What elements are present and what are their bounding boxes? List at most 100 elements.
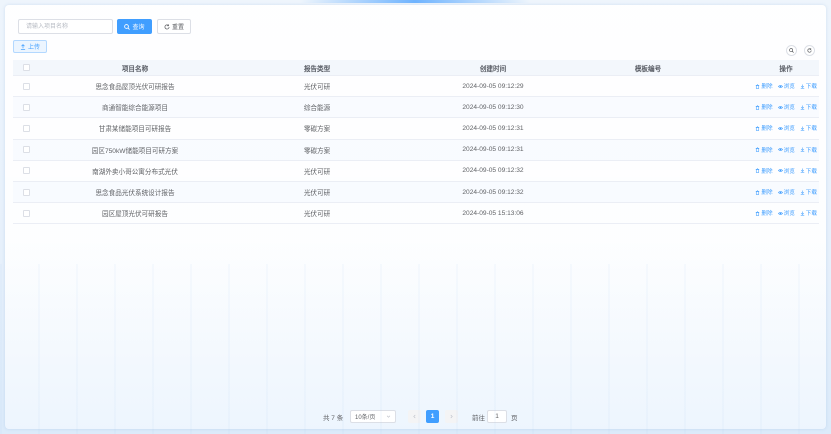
chevron-down-icon [386,414,391,419]
cell-created-time: 2024-09-05 09:12:31 [462,146,524,154]
view-action-link[interactable]: 浏览 [777,146,795,154]
delete-action-link[interactable]: 删除 [755,209,773,218]
eye-icon [777,168,783,173]
toggle-search-button[interactable] [786,45,797,56]
trash-icon [755,189,760,195]
download-action-link[interactable]: 下载 [800,209,817,217]
view-action-link[interactable]: 浏览 [777,82,795,90]
page-number-current[interactable]: 1 [426,410,439,423]
download-icon [800,126,805,131]
cell-created-time: 2024-09-05 09:12:32 [462,167,524,175]
delete-action-link[interactable]: 删除 [755,167,773,175]
delete-action-label: 删除 [761,211,773,218]
cell-actions: 删除 浏览 下载 [713,103,819,111]
view-action-link[interactable]: 浏览 [777,124,795,133]
row-checkbox[interactable] [22,103,30,111]
delete-action-link[interactable]: 删除 [755,188,773,197]
view-action-label: 浏览 [783,147,795,154]
trash-icon [755,210,760,216]
upload-button[interactable]: 上传 [13,40,47,53]
view-action-label: 浏览 [783,168,795,175]
download-action-label: 下载 [805,126,817,133]
table-row: 南湖外卖小哥公寓分布式光伏 光伏可研 2024-09-05 09:12:32 删… [13,161,819,182]
select-all-checkbox[interactable] [22,64,30,71]
download-action-link[interactable]: 下载 [800,146,817,154]
trash-icon [755,126,760,131]
trash-icon [755,105,760,110]
cell-actions: 删除 浏览 下载 [713,82,819,90]
download-icon [800,84,805,89]
goto-label: 前往 [472,414,485,422]
row-checkbox[interactable] [22,124,30,132]
query-button[interactable]: 查询 [117,19,152,34]
cell-report-type: 光伏可研 [303,211,331,219]
next-page-button[interactable] [445,410,458,423]
cell-actions: 删除 浏览 下载 [713,124,819,132]
pagination-total: 共 7 条 [323,414,344,422]
download-action-link[interactable]: 下载 [800,167,817,175]
download-action-link[interactable]: 下载 [800,82,817,90]
row-select-cell [13,209,39,217]
row-checkbox[interactable] [22,209,30,217]
view-action-link[interactable]: 浏览 [777,167,795,175]
cell-created-time: 2024-09-05 15:13:06 [462,209,524,217]
cell-actions: 删除 浏览 下载 [713,209,819,217]
table-row: 园区屋顶光伏可研报告 光伏可研 2024-09-05 15:13:06 删除 浏… [13,203,819,225]
eye-icon [777,190,783,195]
row-select-cell [13,188,39,196]
download-action-link[interactable]: 下载 [800,103,817,111]
view-action-label: 浏览 [783,126,795,133]
delete-action-link[interactable]: 删除 [755,146,773,154]
trash-icon [755,147,760,152]
trash-icon [755,83,760,89]
refresh-icon [164,23,170,30]
eye-icon [777,84,783,89]
cell-project-name: 园区屋顶光伏可研报告 [102,211,168,219]
prev-page-button[interactable] [408,410,421,423]
delete-action-label: 删除 [761,190,773,197]
delete-action-link[interactable]: 删除 [755,124,773,132]
delete-action-link[interactable]: 删除 [755,103,773,111]
row-select-cell [13,146,39,154]
project-name-search-input[interactable] [18,19,113,34]
cell-report-type: 零碳方案 [303,126,331,134]
row-select-cell [13,82,39,90]
header-report-type: 报告类型 [303,65,331,73]
view-action-link[interactable]: 浏览 [777,188,795,196]
download-action-link[interactable]: 下载 [800,188,817,196]
cell-report-type: 综合能源 [303,105,331,113]
view-action-link[interactable]: 浏览 [777,103,795,111]
download-action-label: 下载 [805,190,817,197]
download-action-label: 下载 [805,84,817,91]
cell-project-name: 思念食品光伏系统设计报告 [95,190,175,198]
row-checkbox[interactable] [22,146,30,154]
search-icon [124,23,131,30]
cell-project-name: 甘肃某储能项目可研报告 [98,126,172,134]
page-size-select[interactable]: 10条/页 [350,410,396,423]
download-action-link[interactable]: 下载 [800,124,817,132]
row-checkbox[interactable] [22,167,30,175]
chevron-left-icon [412,414,417,419]
upload-icon [20,43,26,50]
trash-icon [755,168,760,174]
reset-button[interactable]: 重置 [157,19,191,34]
view-action-link[interactable]: 浏览 [777,209,795,217]
cell-actions: 删除 浏览 下载 [713,146,819,154]
delete-action-link[interactable]: 删除 [755,82,773,90]
goto-page-input[interactable] [487,410,507,423]
header-select-all [13,64,39,71]
reports-table: 项目名称 报告类型 创建时间 模板编号 操作 思念食品屋顶光伏可研报告 光伏可研… [13,60,819,225]
main-panel: 查询 重置 上传 项目名称 报告类型 创建时间 模板编号 操作 [5,5,826,429]
cell-project-name: 思念食品屋顶光伏可研报告 [95,84,175,92]
row-checkbox[interactable] [22,188,30,196]
download-icon [800,147,805,152]
row-checkbox[interactable] [22,82,30,90]
refresh-table-button[interactable] [804,45,815,56]
download-icon [800,105,805,110]
table-row: 思念食品光伏系统设计报告 光伏可研 2024-09-05 09:12:32 删除… [13,181,819,204]
cell-created-time: 2024-09-05 09:12:32 [462,188,524,196]
table-row: 园区750kW储能项目可研方案 零碳方案 2024-09-05 09:12:31… [13,139,819,161]
row-select-cell [13,103,39,111]
page-size-value: 10条/页 [355,415,376,421]
delete-action-label: 删除 [761,168,773,175]
